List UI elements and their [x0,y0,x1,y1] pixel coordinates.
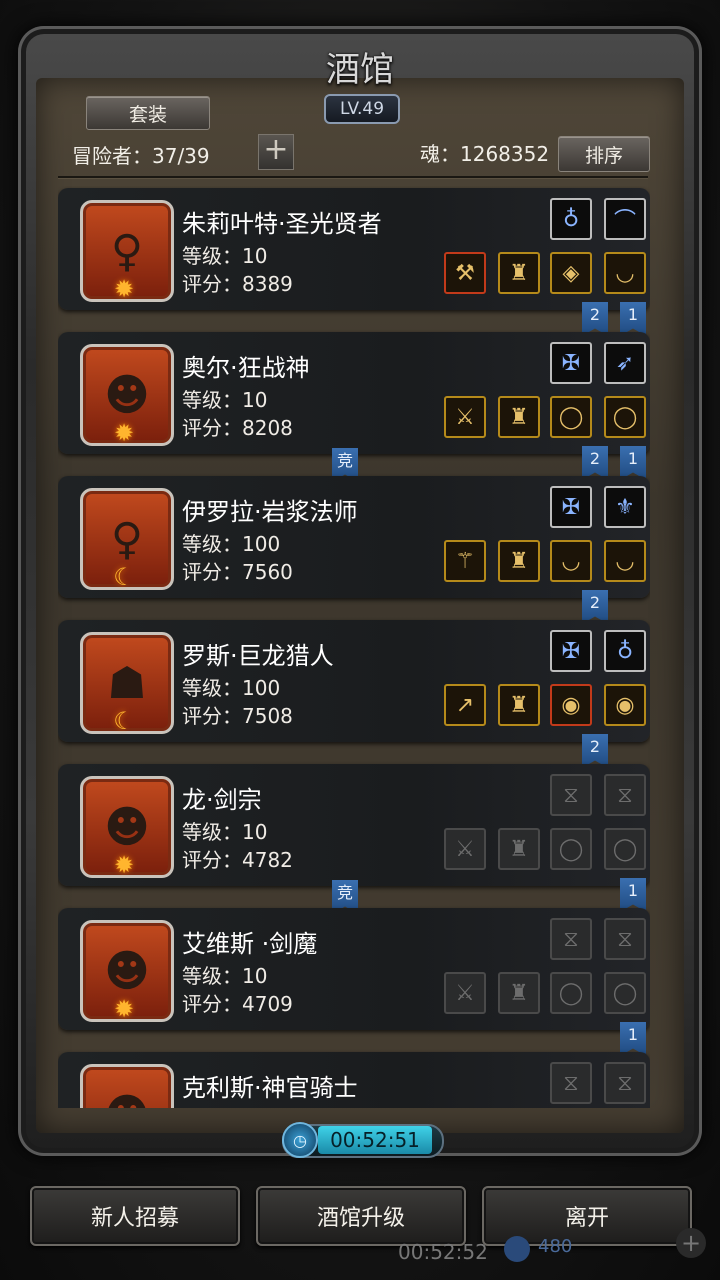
hero-name: 艾维斯 ·剑魔 [182,930,318,958]
hero-card[interactable]: ☗ ☾ 罗斯·巨龙猎人 等级：100 评分：7508 ✠ ♁ ↗ ♜ ◉ ◉ [58,620,650,742]
hero-list[interactable]: ♀ ✹ 朱莉叶特·圣光贤者 等级：10 评分：8389 ♁ ⌒ ⚒ ♜ ◈ ◡ … [58,186,650,1108]
rank-ribbon: 2 [582,302,608,336]
gem-icon [504,1236,530,1262]
hero-card[interactable]: ☻ ✹ 龙·剑宗 等级：10 评分：4782 ⧖ ⧖ ⚔ ♜ ◯ ◯ [58,764,650,886]
armor-icon[interactable]: ♜ [498,828,540,870]
hero-score: 评分：8389 [182,272,293,296]
ring-icon[interactable]: ◯ [604,396,646,438]
set-button[interactable]: 套装 [86,96,210,130]
background-gem-count: 480 [538,1236,573,1257]
necklace-icon[interactable]: ◡ [604,252,646,294]
recruit-button[interactable]: 新人招募 [30,1186,240,1246]
feather-icon[interactable]: ➶ [604,342,646,384]
bracer-icon[interactable]: ◈ [550,252,592,294]
emblem-icon[interactable]: ✠ [550,486,592,528]
rank-moon-icon: ☾ [113,707,135,735]
hero-name: 罗斯·巨龙猎人 [182,642,334,670]
armor-icon[interactable]: ♜ [498,252,540,294]
background-timer: 00:52:52 [398,1240,488,1264]
hero-card[interactable]: ♀ ✹ 朱莉叶特·圣光贤者 等级：10 评分：8389 ♁ ⌒ ⚒ ♜ ◈ ◡ [58,188,650,310]
hero-name: 奥尔·狂战神 [182,354,310,382]
rank-sun-icon: ✹ [113,851,135,879]
rank-ribbon: 1 [620,1022,646,1056]
hero-score: 评分：4709 [182,992,293,1016]
spear-icon[interactable]: ↗ [444,684,486,726]
hero-score: 评分：8208 [182,416,293,440]
hero-score: 评分：7560 [182,560,293,584]
tavern-level-badge: LV.49 [324,94,400,124]
hammer-icon[interactable]: ⚒ [444,252,486,294]
ring-icon[interactable]: ◯ [550,396,592,438]
ring-icon[interactable]: ◯ [550,828,592,870]
rank-ribbon: 1 [620,446,646,480]
hero-level: 等级：10 [182,244,268,268]
empty-slot-icon[interactable]: ⧖ [550,1062,592,1104]
header-divider [58,176,648,178]
necklace-icon[interactable]: ♁ [550,198,592,240]
empty-slot-icon[interactable]: ⧖ [604,918,646,960]
hero-level: 等级：10 [182,388,268,412]
necklace-icon[interactable]: ◡ [550,540,592,582]
hero-card[interactable]: ☻ 克利斯·神官骑士 ⧖ ⧖ [58,1052,650,1108]
armor-icon[interactable]: ♜ [498,972,540,1014]
armor-icon[interactable]: ♜ [498,684,540,726]
rank-ribbon: 2 [582,590,608,624]
axe-icon[interactable]: ⚔ [444,396,486,438]
empty-slot-icon[interactable]: ⧖ [550,918,592,960]
ring-icon[interactable]: ◯ [604,972,646,1014]
soul-count: 魂：1268352 [420,142,550,166]
bow-icon[interactable]: ⌒ [604,198,646,240]
rank-moon-icon: ☾ [113,563,135,591]
adventurer-count: 冒险者：37/39 [72,144,210,168]
hero-level: 等级：10 [182,964,268,988]
hero-name: 朱莉叶特·圣光贤者 [182,210,382,238]
rank-ribbon: 1 [620,878,646,912]
clock-icon: ◷ [282,1122,318,1158]
empty-slot-icon[interactable]: ⧖ [604,1062,646,1104]
armor-icon[interactable]: ♜ [498,396,540,438]
hero-card[interactable]: ♀ ☾ 伊罗拉·岩浆法师 等级：100 评分：7560 ✠ ⚜ ⚚ ♜ ◡ ◡ [58,476,650,598]
ring-icon[interactable]: ◯ [604,828,646,870]
hero-score: 评分：4782 [182,848,293,872]
armor-icon[interactable]: ♜ [498,540,540,582]
hero-level: 等级：10 [182,820,268,844]
hero-name: 龙·剑宗 [182,786,262,814]
hero-name: 克利斯·神官骑士 [182,1074,358,1102]
tavern-upgrade-button[interactable]: 酒馆升级 [256,1186,466,1246]
hero-name: 伊罗拉·岩浆法师 [182,498,358,526]
add-gem-icon: + [676,1228,706,1258]
crest-icon[interactable]: ⚜ [604,486,646,528]
rank-ribbon: 2 [582,734,608,768]
rank-ribbon: 2 [582,446,608,480]
rank-ribbon: 1 [620,302,646,336]
empty-slot-icon[interactable]: ⧖ [604,774,646,816]
hero-portrait: ☻ [80,1064,174,1108]
hero-level: 等级：100 [182,532,281,556]
sword-icon[interactable]: ⚔ [444,972,486,1014]
empty-slot-icon[interactable]: ⧖ [550,774,592,816]
refresh-timer: 00:52:51 [318,1126,432,1154]
sort-button[interactable]: 排序 [558,136,650,172]
ring-icon[interactable]: ◯ [550,972,592,1014]
necklace-icon[interactable]: ◡ [604,540,646,582]
emblem-icon[interactable]: ✠ [550,630,592,672]
rank-sun-icon: ✹ [113,419,135,447]
necklace-icon[interactable]: ♁ [604,630,646,672]
add-adventurer-button[interactable]: + [258,134,294,170]
hero-card[interactable]: ☻ ✹ 艾维斯 ·剑魔 等级：10 评分：4709 ⧖ ⧖ ⚔ ♜ ◯ ◯ [58,908,650,1030]
staff-icon[interactable]: ⚚ [444,540,486,582]
sword-icon[interactable]: ⚔ [444,828,486,870]
hero-card[interactable]: ☻ ✹ 奥尔·狂战神 等级：10 评分：8208 ✠ ➶ ⚔ ♜ ◯ ◯ [58,332,650,454]
emblem-icon[interactable]: ✠ [550,342,592,384]
amulet-icon[interactable]: ◉ [604,684,646,726]
rank-sun-icon: ✹ [113,275,135,303]
hero-score: 评分：7508 [182,704,293,728]
amulet-icon[interactable]: ◉ [550,684,592,726]
page-title: 酒馆 [326,49,394,90]
hero-level: 等级：100 [182,676,281,700]
rank-sun-icon: ✹ [113,995,135,1023]
